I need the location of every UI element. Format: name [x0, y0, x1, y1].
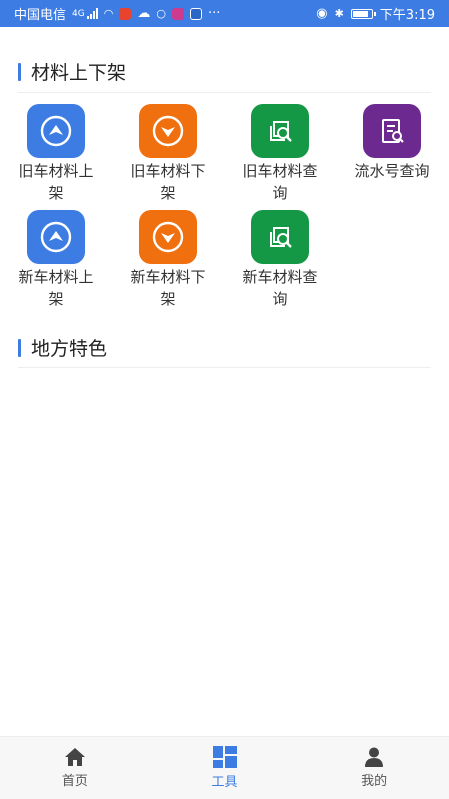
bulb-icon: ○: [156, 7, 166, 20]
section-accent-bar: [18, 338, 21, 357]
grid-icon: [212, 746, 237, 768]
arrow-down-circle-icon: [139, 104, 197, 158]
nav-tools[interactable]: 工具: [150, 737, 300, 799]
tile-serial-number-query[interactable]: 流水号查询: [336, 104, 448, 204]
status-bar: 中国电信 4G ◠ ☁ ○ ··· ◉ ✱ 下午3:19: [0, 0, 449, 27]
tool-grid: 旧车材料上架 旧车材料下架 旧车材料查询 流水号查询 新车材料上架 新车材料下架: [0, 104, 449, 310]
clock-text: 下午3:19: [379, 8, 435, 23]
tile-old-material-up[interactable]: 旧车材料上架: [0, 104, 112, 204]
search-doc-icon: [251, 210, 309, 264]
user-icon: [365, 747, 384, 767]
app-notification-icon: [119, 7, 132, 20]
section-title: 地方特色: [31, 338, 108, 360]
nav-profile[interactable]: 我的: [299, 737, 449, 799]
home-icon: [64, 748, 85, 766]
carrier-text: 中国电信: [14, 8, 67, 23]
tile-old-material-query[interactable]: 旧车材料查询: [224, 104, 336, 204]
tile-label: 流水号查询: [354, 162, 430, 180]
tile-label: 新车材料上架: [18, 268, 94, 308]
arrow-down-circle-icon: [139, 210, 197, 264]
nav-home[interactable]: 首页: [0, 737, 150, 799]
tile-new-material-down[interactable]: 新车材料下架: [112, 210, 224, 310]
app-notification-icon: [171, 7, 184, 20]
app-notification-icon: [189, 7, 202, 20]
bluetooth-icon: ✱: [334, 7, 344, 20]
section-accent-bar: [18, 62, 21, 81]
tile-label: 旧车材料下架: [130, 162, 206, 202]
tile-label: 旧车材料上架: [18, 162, 94, 202]
tile-old-material-down[interactable]: 旧车材料下架: [112, 104, 224, 204]
section-divider: [18, 92, 431, 93]
eye-icon: ◉: [316, 6, 328, 21]
cloud-icon: ☁: [137, 6, 151, 21]
nav-label: 工具: [211, 775, 238, 790]
section-title: 材料上下架: [31, 62, 127, 84]
arrow-up-circle-icon: [27, 104, 85, 158]
tile-new-material-query[interactable]: 新车材料查询: [224, 210, 336, 310]
section-header: 材料上下架: [18, 58, 126, 85]
arrow-up-circle-icon: [27, 210, 85, 264]
nav-label: 首页: [61, 774, 88, 789]
more-icon: ···: [207, 6, 221, 21]
tile-label: 旧车材料查询: [242, 162, 318, 202]
section-divider: [18, 367, 431, 368]
battery-icon: [350, 8, 376, 19]
tile-new-material-up[interactable]: 新车材料上架: [0, 210, 112, 310]
network-type: 4G: [72, 8, 85, 19]
doc-search-icon: [363, 104, 421, 158]
nav-label: 我的: [361, 774, 388, 789]
wifi-icon: ◠: [103, 7, 114, 20]
signal-icon: [86, 8, 98, 19]
search-doc-icon: [251, 104, 309, 158]
bottom-nav: 首页 工具 我的: [0, 736, 449, 799]
section-header: 地方特色: [18, 334, 107, 361]
tile-label: 新车材料下架: [130, 268, 206, 308]
tile-label: 新车材料查询: [242, 268, 318, 308]
